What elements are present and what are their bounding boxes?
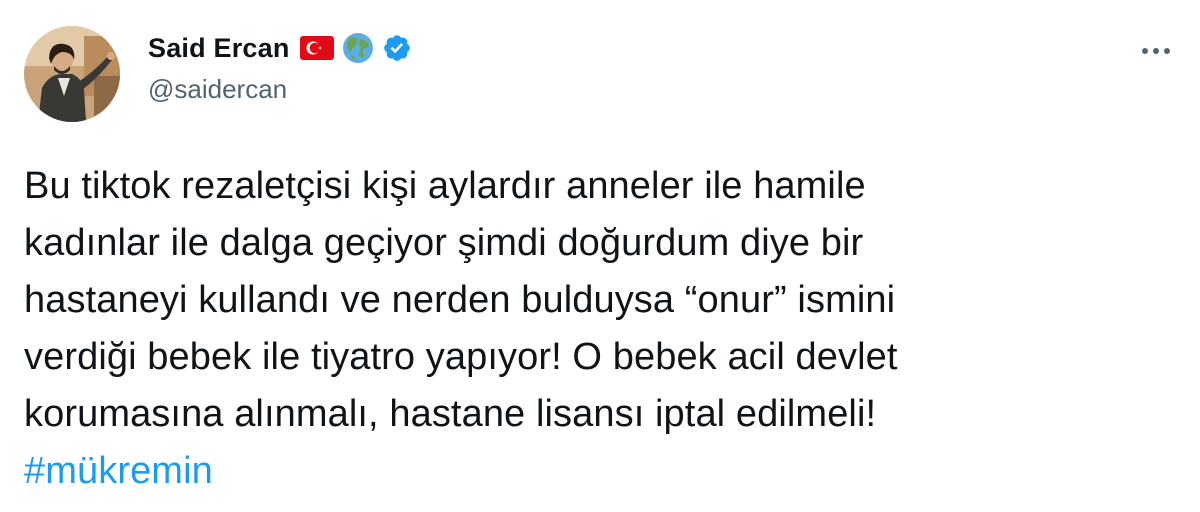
tweet-text-line: verdiği bebek ile tiyatro yapıyor! O beb… — [24, 336, 898, 378]
avatar[interactable] — [24, 26, 120, 122]
tweet-text-line: korumasına alınmalı, hastane lisansı ipt… — [24, 393, 877, 435]
name-row: Said Ercan — [148, 30, 420, 66]
author-info: Said Ercan @saidercan — [148, 30, 420, 105]
tweet-card[interactable]: Said Ercan @saidercan Bu tiktok rezaletç… — [0, 0, 1200, 512]
tweet-text-line: kadınlar ile dalga geçiyor şimdi doğurdu… — [24, 222, 864, 264]
avatar-photo — [24, 26, 120, 122]
tweet-text-line: Bu tiktok rezaletçisi kişi aylardır anne… — [24, 165, 866, 207]
more-options-icon — [1142, 48, 1170, 54]
tweet-text-line: hastaneyi kullandı ve nerden bulduysa “o… — [24, 279, 896, 321]
turkey-flag-icon — [299, 36, 334, 60]
display-name[interactable]: Said Ercan — [148, 33, 290, 64]
verified-badge-icon — [382, 33, 412, 63]
hashtag-link[interactable]: #mükremin — [24, 443, 1174, 500]
more-options-button[interactable] — [1134, 36, 1178, 66]
user-handle[interactable]: @saidercan — [148, 74, 420, 105]
tweet-text: Bu tiktok rezaletçisi kişi aylardır anne… — [24, 158, 1174, 500]
globe-icon — [342, 32, 374, 64]
